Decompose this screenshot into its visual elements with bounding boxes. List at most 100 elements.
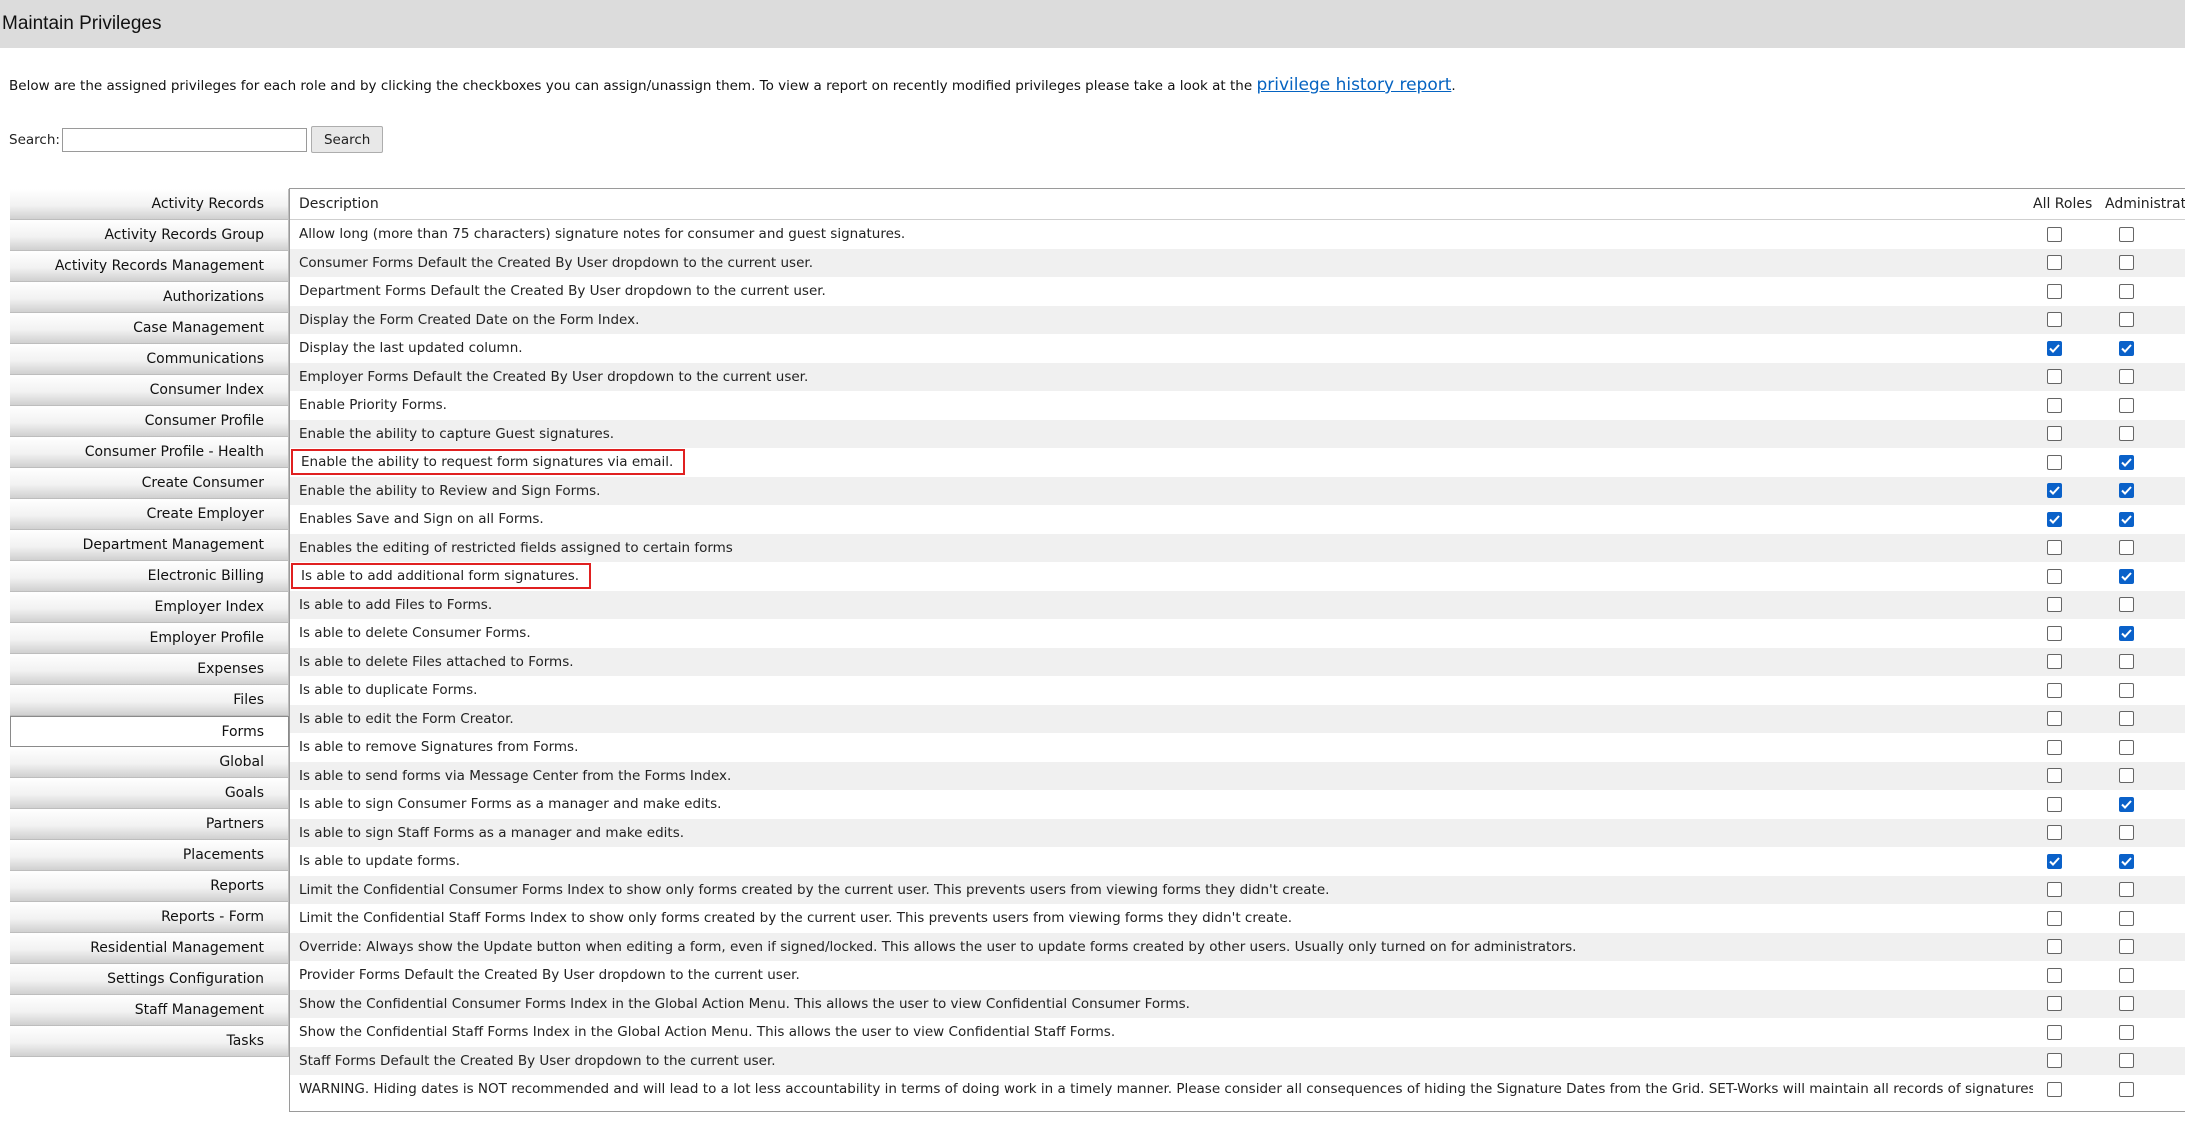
all-roles-checkbox[interactable] xyxy=(2047,426,2062,442)
sidebar-item-create-consumer[interactable]: Create Consumer xyxy=(10,468,289,499)
all-roles-checkbox[interactable] xyxy=(2047,369,2062,385)
sidebar-item-partners[interactable]: Partners xyxy=(10,809,289,840)
sidebar-item-employer-index[interactable]: Employer Index xyxy=(10,592,289,623)
sidebar-item-activity-records-management[interactable]: Activity Records Management xyxy=(10,251,289,282)
sidebar-item-global[interactable]: Global xyxy=(10,747,289,778)
all-roles-checkbox[interactable] xyxy=(2047,739,2062,755)
administrator-checkbox[interactable] xyxy=(2119,397,2134,413)
administrator-checkbox[interactable] xyxy=(2119,853,2134,869)
all-roles-checkbox[interactable] xyxy=(2047,711,2062,727)
sidebar-item-reports[interactable]: Reports xyxy=(10,871,289,902)
all-roles-checkbox[interactable] xyxy=(2047,283,2062,299)
administrator-checkbox[interactable] xyxy=(2119,910,2134,926)
sidebar-item-settings-configuration[interactable]: Settings Configuration xyxy=(10,964,289,995)
administrator-checkbox[interactable] xyxy=(2119,340,2134,356)
sidebar-item-staff-management[interactable]: Staff Management xyxy=(10,995,289,1026)
all-roles-checkbox[interactable] xyxy=(2047,255,2062,271)
administrator-checkbox[interactable] xyxy=(2119,540,2134,556)
administrator-checkbox[interactable] xyxy=(2119,255,2134,271)
sidebar-item-communications[interactable]: Communications xyxy=(10,344,289,375)
administrator-checkbox[interactable] xyxy=(2119,369,2134,385)
sidebar-item-electronic-billing[interactable]: Electronic Billing xyxy=(10,561,289,592)
administrator-checkbox[interactable] xyxy=(2119,768,2134,784)
all-roles-checkbox[interactable] xyxy=(2047,483,2062,499)
administrator-checkbox[interactable] xyxy=(2119,739,2134,755)
all-roles-checkbox[interactable] xyxy=(2047,1081,2062,1097)
administrator-checkbox[interactable] xyxy=(2119,226,2134,242)
sidebar-item-consumer-profile[interactable]: Consumer Profile xyxy=(10,406,289,437)
administrator-checkbox[interactable] xyxy=(2119,312,2134,328)
all-roles-checkbox[interactable] xyxy=(2047,996,2062,1012)
all-roles-checkbox[interactable] xyxy=(2047,540,2062,556)
administrator-checkbox[interactable] xyxy=(2119,511,2134,527)
all-roles-checkbox[interactable] xyxy=(2047,682,2062,698)
sidebar-item-activity-records[interactable]: Activity Records xyxy=(10,189,289,220)
table-row: Display the last updated column. xyxy=(290,334,2185,363)
administrator-checkbox[interactable] xyxy=(2119,796,2134,812)
all-roles-checkbox[interactable] xyxy=(2047,939,2062,955)
all-roles-checkbox[interactable] xyxy=(2047,825,2062,841)
administrator-checkbox[interactable] xyxy=(2119,967,2134,983)
all-roles-checkbox[interactable] xyxy=(2047,910,2062,926)
sidebar-item-create-employer[interactable]: Create Employer xyxy=(10,499,289,530)
administrator-checkbox[interactable] xyxy=(2119,825,2134,841)
all-roles-checkbox[interactable] xyxy=(2047,882,2062,898)
administrator-checkbox[interactable] xyxy=(2119,426,2134,442)
administrator-checkbox[interactable] xyxy=(2119,882,2134,898)
table-row: Is able to remove Signatures from Forms. xyxy=(290,733,2185,762)
administrator-checkbox[interactable] xyxy=(2119,597,2134,613)
all-roles-checkbox[interactable] xyxy=(2047,1053,2062,1069)
sidebar-item-activity-records-group[interactable]: Activity Records Group xyxy=(10,220,289,251)
sidebar-item-residential-management[interactable]: Residential Management xyxy=(10,933,289,964)
administrator-checkbox[interactable] xyxy=(2119,996,2134,1012)
all-roles-checkbox[interactable] xyxy=(2047,967,2062,983)
administrator-checkbox[interactable] xyxy=(2119,1053,2134,1069)
all-roles-checkbox[interactable] xyxy=(2047,340,2062,356)
administrator-checkbox[interactable] xyxy=(2119,568,2134,584)
administrator-checkbox[interactable] xyxy=(2119,483,2134,499)
sidebar-item-placements[interactable]: Placements xyxy=(10,840,289,871)
administrator-cell xyxy=(2105,568,2185,584)
privilege-description-cell: Is able to delete Files attached to Form… xyxy=(290,654,2033,670)
all-roles-checkbox[interactable] xyxy=(2047,397,2062,413)
sidebar-item-tasks[interactable]: Tasks xyxy=(10,1026,289,1057)
search-input[interactable] xyxy=(61,127,307,152)
all-roles-checkbox[interactable] xyxy=(2047,226,2062,242)
sidebar-item-reports-form[interactable]: Reports - Form xyxy=(10,902,289,933)
all-roles-checkbox[interactable] xyxy=(2047,654,2062,670)
all-roles-checkbox[interactable] xyxy=(2047,511,2062,527)
all-roles-checkbox[interactable] xyxy=(2047,454,2062,470)
sidebar-item-forms[interactable]: Forms xyxy=(10,716,289,747)
privilege-description-cell: Enable the ability to request form signa… xyxy=(290,449,2033,476)
all-roles-checkbox[interactable] xyxy=(2047,312,2062,328)
all-roles-checkbox[interactable] xyxy=(2047,597,2062,613)
administrator-checkbox[interactable] xyxy=(2119,1081,2134,1097)
sidebar-item-authorizations[interactable]: Authorizations xyxy=(10,282,289,313)
all-roles-checkbox[interactable] xyxy=(2047,625,2062,641)
administrator-checkbox[interactable] xyxy=(2119,711,2134,727)
all-roles-checkbox[interactable] xyxy=(2047,796,2062,812)
all-roles-checkbox[interactable] xyxy=(2047,853,2062,869)
administrator-checkbox[interactable] xyxy=(2119,939,2134,955)
sidebar-item-department-management[interactable]: Department Management xyxy=(10,530,289,561)
sidebar-item-consumer-index[interactable]: Consumer Index xyxy=(10,375,289,406)
all-roles-checkbox[interactable] xyxy=(2047,1024,2062,1040)
all-roles-cell xyxy=(2033,625,2105,641)
administrator-checkbox[interactable] xyxy=(2119,1024,2134,1040)
administrator-checkbox[interactable] xyxy=(2119,454,2134,470)
search-button[interactable]: Search xyxy=(310,126,384,153)
sidebar-item-consumer-profile-health[interactable]: Consumer Profile - Health xyxy=(10,437,289,468)
administrator-checkbox[interactable] xyxy=(2119,283,2134,299)
administrator-checkbox[interactable] xyxy=(2119,682,2134,698)
administrator-cell xyxy=(2105,654,2185,670)
privilege-history-report-link[interactable]: privilege history report xyxy=(1256,75,1451,95)
administrator-checkbox[interactable] xyxy=(2119,654,2134,670)
sidebar-item-employer-profile[interactable]: Employer Profile xyxy=(10,623,289,654)
all-roles-checkbox[interactable] xyxy=(2047,768,2062,784)
sidebar-item-expenses[interactable]: Expenses xyxy=(10,654,289,685)
sidebar-item-goals[interactable]: Goals xyxy=(10,778,289,809)
sidebar-item-case-management[interactable]: Case Management xyxy=(10,313,289,344)
administrator-checkbox[interactable] xyxy=(2119,625,2134,641)
all-roles-checkbox[interactable] xyxy=(2047,568,2062,584)
sidebar-item-files[interactable]: Files xyxy=(10,685,289,716)
